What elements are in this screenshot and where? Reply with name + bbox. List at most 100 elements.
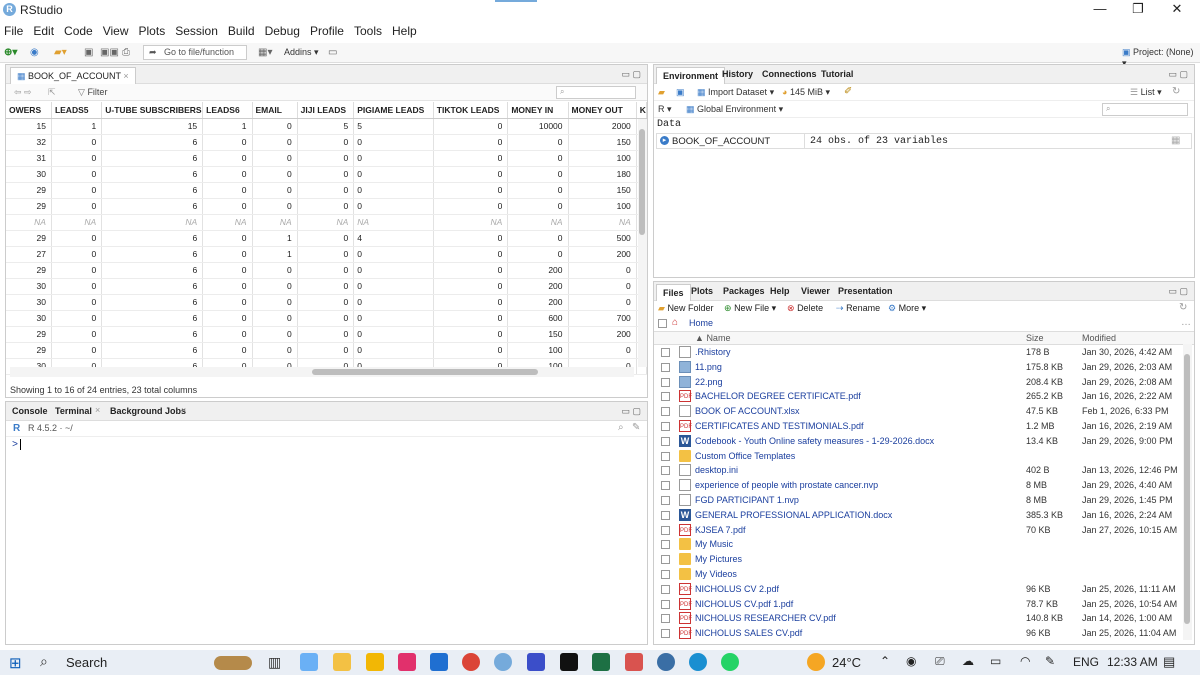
tab-background-jobs[interactable]: Background Jobs	[110, 405, 186, 417]
refresh-files-icon[interactable]: ↻	[1179, 302, 1187, 313]
record-icon[interactable]: ◉	[906, 654, 916, 668]
file-row[interactable]: desktop.ini 402 B Jan 13, 2026, 12:46 PM	[654, 463, 1194, 478]
tab-tutorial[interactable]: Tutorial	[821, 68, 853, 80]
file-checkbox[interactable]	[661, 540, 670, 550]
file-name[interactable]: My Videos	[695, 569, 737, 579]
data-search-input[interactable]: ⌕	[556, 86, 636, 99]
files-minmax-icon[interactable]: ▭ ▢	[1168, 286, 1188, 297]
horizontal-scrollbar[interactable]	[10, 367, 634, 377]
menu-file[interactable]: File	[0, 22, 29, 40]
more-button[interactable]: ⚙ More ▾	[888, 303, 926, 314]
file-row[interactable]: 22.png 208.4 KB Jan 29, 2026, 2:08 AM	[654, 375, 1194, 390]
file-name[interactable]: FGD PARTICIPANT 1.nvp	[695, 495, 799, 505]
show-in-window-icon[interactable]: ⇱	[48, 87, 56, 98]
column-header[interactable]: U-TUBE SUBSCRIBERS	[101, 102, 204, 119]
close-tab-icon[interactable]: ×	[123, 71, 128, 81]
pen-icon[interactable]: ✎	[1045, 654, 1055, 668]
new-folder-button[interactable]: ▰ New Folder	[658, 303, 713, 314]
file-row[interactable]: My Videos	[654, 567, 1194, 582]
file-name[interactable]: NICHOLUS RESEARCHER CV.pdf	[695, 613, 836, 623]
windows-start-icon[interactable]: ⊞	[9, 654, 22, 672]
load-workspace-icon[interactable]: ▰	[658, 87, 665, 98]
file-name[interactable]: NICHOLUS SALES CV.pdf	[695, 628, 802, 638]
search-taskbar-icon[interactable]: ⌕	[40, 653, 48, 670]
menu-plots[interactable]: Plots	[135, 22, 172, 40]
cloud-icon[interactable]: ☁	[962, 654, 974, 668]
clear-console-icon[interactable]: ✎	[632, 422, 640, 433]
monitor-icon[interactable]: ⎚	[935, 654, 945, 669]
file-checkbox[interactable]	[661, 599, 670, 609]
list-view-menu[interactable]: ☰ List ▾	[1130, 87, 1162, 98]
menu-build[interactable]: Build	[224, 22, 261, 40]
import-dataset-button[interactable]: ▦ Import Dataset ▾	[697, 87, 774, 98]
chrome-icon[interactable]	[462, 653, 480, 671]
scope-select[interactable]: ▦ Global Environment ▾	[686, 104, 783, 115]
tab-viewer[interactable]: Viewer	[801, 285, 830, 297]
instagram-icon[interactable]	[398, 653, 416, 671]
file-checkbox[interactable]	[661, 466, 670, 476]
console-input[interactable]: >	[6, 437, 647, 657]
header-name[interactable]: ▲ Name	[695, 333, 730, 343]
tab-plots[interactable]: Plots	[691, 285, 713, 297]
header-modified[interactable]: Modified	[1082, 333, 1116, 343]
weather-temp[interactable]: 24°C	[832, 655, 861, 670]
close-jobs-icon[interactable]: ×	[181, 405, 186, 415]
file-name[interactable]: BACHELOR DEGREE CERTIFICATE.pdf	[695, 391, 861, 401]
file-row[interactable]: My Pictures	[654, 552, 1194, 567]
notifications-icon[interactable]: ▤	[1163, 654, 1175, 670]
wifi-icon[interactable]: ◠	[1020, 654, 1030, 668]
file-checkbox[interactable]	[661, 377, 670, 387]
column-header[interactable]: MONEY OUT	[568, 102, 637, 119]
show-hidden-icons-icon[interactable]: ⌃	[880, 654, 890, 668]
file-row[interactable]: PDF NICHOLUS RESEARCHER CV.pdf 140.8 KB Jan…	[654, 611, 1194, 626]
file-checkbox[interactable]	[661, 584, 670, 594]
console-search-icon[interactable]: ⌕	[618, 422, 624, 433]
tab-history[interactable]: History	[722, 68, 753, 80]
save-all-icon[interactable]: ▣▣	[100, 47, 119, 58]
file-name[interactable]: Custom Office Templates	[695, 451, 795, 461]
file-row[interactable]: PDF NICHOLUS CV 2.pdf 96 KB Jan 25, 2026, 1…	[654, 582, 1194, 597]
clock[interactable]: 12:33 AM	[1107, 655, 1158, 669]
file-checkbox[interactable]	[661, 496, 670, 505]
select-all-checkbox[interactable]	[658, 319, 667, 328]
tab-packages[interactable]: Packages	[723, 285, 765, 297]
memory-usage[interactable]: ◕ 145 MiB ▾	[782, 87, 830, 98]
rstudio-taskbar-icon[interactable]	[494, 653, 512, 671]
app-search-icon[interactable]	[657, 653, 675, 671]
file-name[interactable]: Codebook - Youth Online safety measures …	[695, 436, 934, 446]
file-checkbox[interactable]	[661, 422, 670, 431]
file-row[interactable]: PDF NICHOLUS SALES CV.pdf 96 KB Jan 25, 202…	[654, 626, 1194, 641]
battery-icon[interactable]: ▭	[990, 654, 1001, 668]
refresh-env-icon[interactable]: ↻	[1172, 86, 1180, 97]
file-row[interactable]: PDF BACHELOR DEGREE CERTIFICATE.pdf 265.2 …	[654, 389, 1194, 404]
pane-minmax-icon[interactable]: ▭ ▢	[621, 69, 641, 80]
save-icon[interactable]: ▣	[84, 47, 93, 58]
clear-env-broom-icon[interactable]: ✐	[844, 86, 852, 97]
tab-console[interactable]: Console	[12, 405, 48, 417]
file-checkbox[interactable]	[661, 555, 670, 565]
file-explorer-icon[interactable]	[333, 653, 351, 671]
breadcrumb-home[interactable]: Home	[689, 318, 713, 328]
file-name[interactable]: NICHOLUS CV 2.pdf	[695, 584, 779, 594]
console-minmax-icon[interactable]: ▭ ▢	[621, 406, 641, 417]
expand-object-icon[interactable]: ▸	[660, 136, 669, 145]
file-row[interactable]: W GENERAL PROFESSIONAL APPLICATION.docx 38…	[654, 508, 1194, 523]
tab-help[interactable]: Help	[770, 285, 790, 297]
files-scrollbar[interactable]	[1183, 344, 1192, 640]
language-select[interactable]: R ▾	[658, 104, 672, 115]
store-icon[interactable]	[366, 653, 384, 671]
file-checkbox[interactable]	[661, 451, 670, 461]
file-checkbox[interactable]	[661, 392, 670, 402]
menu-debug[interactable]: Debug	[261, 22, 306, 40]
open-file-icon[interactable]: ▰▾	[54, 47, 67, 58]
column-header[interactable]: K	[636, 102, 648, 119]
tab-files[interactable]: Files	[656, 284, 691, 301]
column-header[interactable]: JIJI LEADS	[297, 102, 355, 119]
menu-session[interactable]: Session	[171, 22, 224, 40]
file-row[interactable]: .Rhistory 178 B Jan 30, 2026, 4:42 AM	[654, 345, 1194, 360]
column-header[interactable]: TIKTOK LEADS	[433, 102, 509, 119]
tab-environment[interactable]: Environment	[656, 67, 726, 84]
excel-icon[interactable]	[592, 653, 610, 671]
app-icon[interactable]	[430, 653, 448, 671]
file-checkbox[interactable]	[661, 614, 670, 624]
